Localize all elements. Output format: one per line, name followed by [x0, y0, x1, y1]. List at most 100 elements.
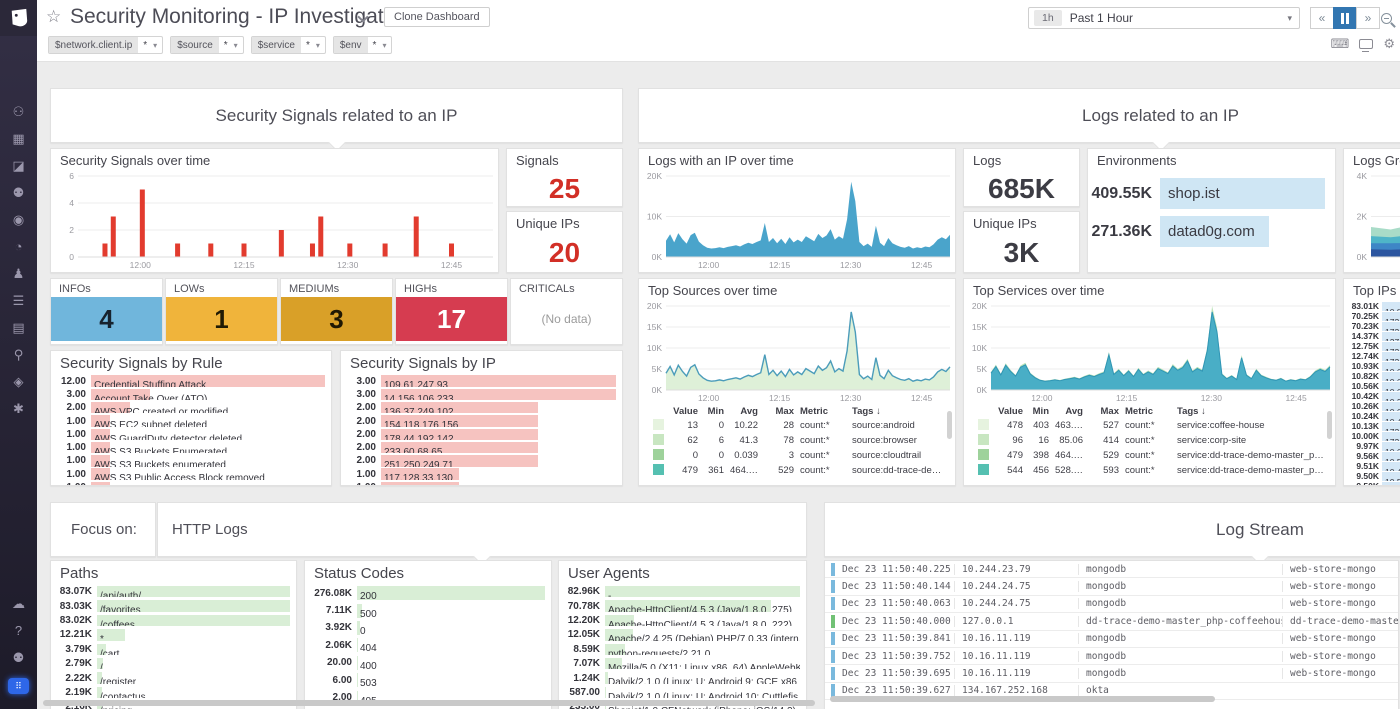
note-log-stream[interactable]: Log Stream: [824, 502, 1400, 557]
dashboards-icon[interactable]: ▦: [0, 125, 37, 152]
top-sources-area-chart[interactable]: 0K5K10K15K20K12:0012:1512:3012:45: [639, 301, 955, 403]
toplist-row[interactable]: 6.00 503: [305, 672, 545, 688]
time-range-selector[interactable]: 1h Past 1 Hour ▾: [1028, 7, 1300, 29]
toplist-row[interactable]: 12.21K *: [51, 628, 290, 641]
settings-gear-icon[interactable]: ⚙: [1383, 36, 1395, 52]
toplist-row[interactable]: 10.42K 10.2: [1344, 391, 1400, 401]
favorite-star-icon[interactable]: ☆: [46, 7, 61, 27]
security-icon[interactable]: ◈: [0, 368, 37, 395]
toplist-row[interactable]: 1.00 AWS GuardDuty detector deleted: [51, 428, 325, 440]
log-row[interactable]: Dec 23 11:50:39.695 10.16.11.119 mongodb…: [825, 665, 1398, 682]
toplist-row[interactable]: 8.59K python-requests/2.21.0: [559, 643, 800, 656]
security-signals-bar-chart[interactable]: 024612:0012:1512:3012:45: [51, 171, 498, 270]
toplist-row[interactable]: 7.11K 500: [305, 602, 545, 618]
table-scrollbar[interactable]: [947, 411, 952, 439]
severity-card[interactable]: CRITICALs (No data): [510, 278, 623, 345]
toplist-row[interactable]: 3.00 14.156.106.233: [341, 388, 616, 400]
horizontal-scrollbar-left[interactable]: [43, 700, 815, 706]
time-backward-button[interactable]: «: [1310, 7, 1334, 29]
toplist-row[interactable]: 2.00 233.60.68.65: [341, 441, 616, 453]
toplist-row[interactable]: 2.00 178.44.192.142: [341, 428, 616, 440]
table-row[interactable]: 96 16 85.06 414 count:* service:corp-sit…: [978, 433, 1327, 448]
toplist-row[interactable]: 276.08K 200: [305, 585, 545, 601]
$network.client.ip[interactable]: $network.client.ip * ▾: [48, 36, 163, 54]
severity-card[interactable]: HIGHs 17: [395, 278, 508, 345]
note-logs-related[interactable]: Logs related to an IP: [638, 88, 1400, 143]
environment-row[interactable]: 271.36K datad0g.com: [1088, 216, 1325, 247]
table-row[interactable]: 0 0 0.039 3 count:* source:cloudtrail: [653, 448, 947, 463]
toplist-row[interactable]: 2.00 154.118.176.156: [341, 415, 616, 427]
chat-icon[interactable]: ☁: [0, 590, 37, 617]
toplist-row[interactable]: 1.00 AWS EC2 subnet deleted: [51, 415, 325, 427]
horizontal-scrollbar-logstream[interactable]: [830, 696, 1215, 702]
log-row[interactable]: Dec 23 11:50:40.225 10.244.23.79 mongodb…: [825, 561, 1398, 578]
toplist-row[interactable]: 1.00 AWS S3 Public Access Block removed: [51, 468, 325, 480]
toplist-row[interactable]: 70.23K 172.: [1344, 321, 1400, 331]
toplist-row[interactable]: 70.25K 172.: [1344, 311, 1400, 321]
table-row[interactable]: 62 6 41.3 78 count:* source:browser: [653, 433, 947, 448]
widget-unique-ips-signals[interactable]: Unique IPs 20: [506, 211, 623, 273]
settings-icon[interactable]: ✱: [0, 395, 37, 422]
toplist-row[interactable]: 2.00 251.250.249.71: [341, 455, 616, 467]
integrations-icon[interactable]: ♟: [0, 260, 37, 287]
toplist-row[interactable]: 10.13K 172.: [1344, 421, 1400, 431]
toplist-row[interactable]: 1.00 117.128.33.130: [341, 468, 616, 480]
widget-logs-with-ip-over-time[interactable]: Logs with an IP over time 0K10K20K12:001…: [638, 148, 956, 273]
table-row[interactable]: 13 0 10.22 28 count:* source:android: [653, 418, 947, 433]
widget-top-ips[interactable]: Top IPs 83.01K 10.8 70.25K 172.: [1343, 278, 1400, 486]
$env[interactable]: $env * ▾: [333, 36, 393, 54]
toplist-row[interactable]: 83.03K /favorites: [51, 599, 290, 612]
notebooks-icon[interactable]: ▤: [0, 314, 37, 341]
datadog-bits-icon[interactable]: ⠿: [0, 671, 37, 701]
widget-logs-count[interactable]: Logs 685K: [963, 148, 1080, 207]
help-icon[interactable]: ?: [0, 617, 37, 644]
toplist-row[interactable]: 7.07K Mozilla/5.0 (X11; Linux x86_64) Ap…: [559, 657, 800, 670]
log-row[interactable]: Dec 23 11:50:40.063 10.244.24.75 mongodb…: [825, 596, 1398, 613]
toplist-row[interactable]: 14.37K 127.: [1344, 331, 1400, 341]
log-row[interactable]: Dec 23 11:50:39.752 10.16.11.119 mongodb…: [825, 648, 1398, 665]
widget-status-codes[interactable]: Status Codes 276.08K 200 7.11K 500: [304, 560, 552, 709]
logs-icon[interactable]: ☰: [0, 287, 37, 314]
toplist-row[interactable]: 10.93K 10.6: [1344, 361, 1400, 371]
toplist-row[interactable]: 2.22K /register: [51, 671, 290, 684]
log-row[interactable]: Dec 23 11:50:39.841 10.16.11.119 mongodb…: [825, 631, 1398, 648]
toplist-row[interactable]: 2.19K /contactus: [51, 686, 290, 699]
toplist-row[interactable]: 2.00 136.37.249.102: [341, 402, 616, 414]
toplist-row[interactable]: 10.82K 10.6: [1344, 371, 1400, 381]
note-http-logs[interactable]: HTTP Logs: [157, 502, 807, 557]
widget-paths[interactable]: Paths 83.07K /api/auth/ 83.03K /favorite…: [50, 560, 297, 709]
toplist-row[interactable]: 2.06K 404: [305, 637, 545, 653]
toplist-row[interactable]: 587.00 Dalvik/2.1.0 (Linux; U; Android 1…: [559, 686, 800, 699]
widget-environments[interactable]: Environments 409.55K shop.ist 271.36K da…: [1087, 148, 1336, 273]
toplist-row[interactable]: 83.07K /api/auth/: [51, 585, 290, 598]
toplist-row[interactable]: 3.79K /cart: [51, 643, 290, 656]
monitors-icon[interactable]: ◉: [0, 206, 37, 233]
environment-row[interactable]: 409.55K shop.ist: [1088, 178, 1325, 209]
severity-card[interactable]: MEDIUMs 3: [280, 278, 393, 345]
$service[interactable]: $service * ▾: [251, 36, 326, 54]
toplist-row[interactable]: 12.75K 172.: [1344, 341, 1400, 351]
toplist-row[interactable]: 1.00 117.184.153.131: [341, 481, 616, 486]
severity-card[interactable]: LOWs 1: [165, 278, 278, 345]
apm-icon[interactable]: ◔: [0, 233, 37, 260]
widget-top-services[interactable]: Top Services over time 0K5K10K15K20K12:0…: [963, 278, 1336, 486]
org-users-icon[interactable]: ⚉: [0, 644, 37, 671]
toplist-row[interactable]: 83.02K /coffees: [51, 614, 290, 627]
log-row[interactable]: Dec 23 11:50:40.000 127.0.0.1 dd-trace-d…: [825, 613, 1398, 630]
processes-icon[interactable]: ⚉: [0, 179, 37, 206]
pause-button[interactable]: [1333, 7, 1357, 29]
widget-signals-by-ip[interactable]: Security Signals by IP 3.00 109.61.247.9…: [340, 350, 623, 486]
toplist-row[interactable]: 1.24K Dalvik/2.1.0 (Linux; U; Android 9;…: [559, 671, 800, 684]
log-row[interactable]: Dec 23 11:50:40.144 10.244.24.75 mongodb…: [825, 578, 1398, 595]
datadog-logo[interactable]: [0, 0, 37, 36]
table-row[interactable]: 478 403 463.18 527 count:* service:coffe…: [978, 418, 1327, 433]
toplist-row[interactable]: 10.56K 10.6: [1344, 381, 1400, 391]
table-row[interactable]: 479 361 464.71 529 count:* source:dd-tra…: [653, 463, 947, 478]
toplist-row[interactable]: 12.20K Apache-HttpClient/4.5.3 (Java/1.8…: [559, 614, 800, 627]
note-security-signals[interactable]: Security Signals related to an IP: [50, 88, 623, 143]
toplist-row[interactable]: 1.00 AWS config modified: [51, 481, 325, 486]
metrics-icon[interactable]: ◪: [0, 152, 37, 179]
logs-groups-stacked-chart[interactable]: 0K2K4K: [1344, 171, 1400, 270]
toplist-row[interactable]: 3.00 Account Take Over (ATO): [51, 388, 325, 400]
toplist-row[interactable]: 9.50K 10.5: [1344, 471, 1400, 481]
